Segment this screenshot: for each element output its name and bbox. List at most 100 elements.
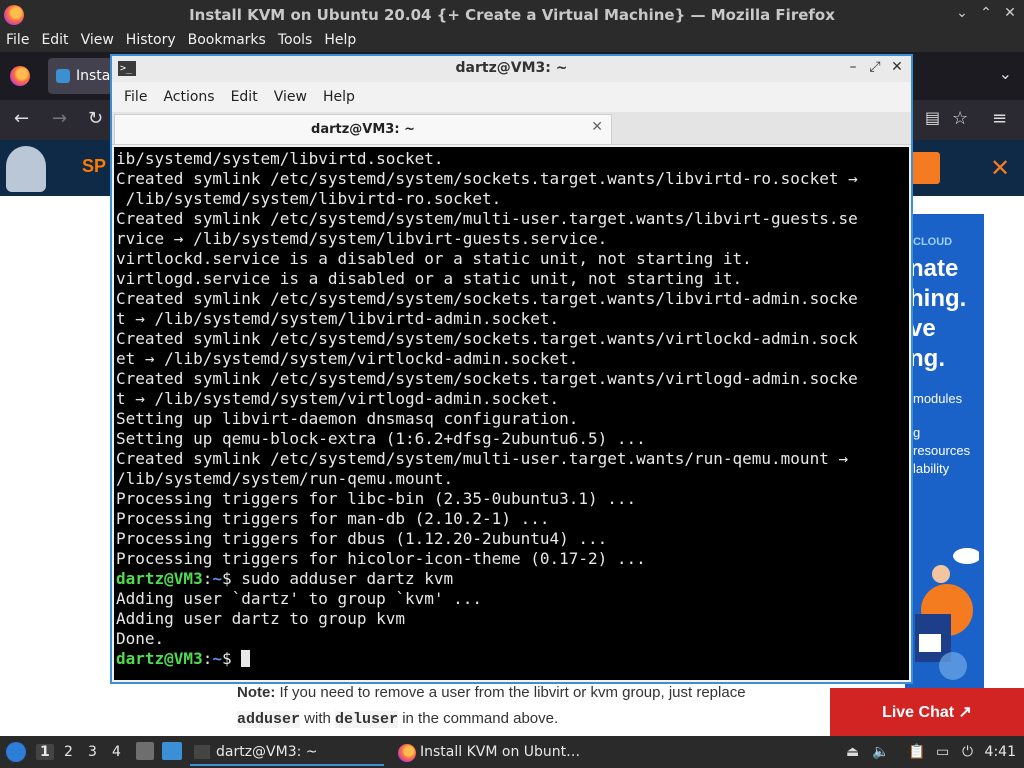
note-code-adduser: adduser xyxy=(237,711,301,728)
terminal-menu-actions[interactable]: Actions xyxy=(155,82,222,112)
menu-bookmarks[interactable]: Bookmarks xyxy=(182,30,272,52)
app-menu-icon[interactable]: ≡ xyxy=(992,108,1007,129)
network-icon[interactable]: ▭ xyxy=(936,744,949,760)
banner-logo-text: SP xyxy=(82,156,107,176)
terminal-window: >_ dartz@VM3: ~ – ⤢ ✕ File Actions Edit … xyxy=(110,54,913,684)
terminal-line: Setting up qemu-block-extra (1:6.2+dfsg-… xyxy=(116,429,646,448)
terminal-line: Processing triggers for libc-bin (2.35-0… xyxy=(116,489,637,508)
prompt-dollar: $ xyxy=(221,649,242,668)
maximize-button[interactable]: ⌃ xyxy=(978,5,994,21)
terminal-line: Created symlink /etc/systemd/system/mult… xyxy=(116,209,858,228)
terminal-prompt-line[interactable]: dartz@VM3:~$ xyxy=(116,649,909,669)
terminal-line: Adding user dartz to group kvm xyxy=(116,609,405,628)
terminal-line: t → /lib/systemd/system/libvirtd-admin.s… xyxy=(116,309,560,328)
terminal-line: Adding user `dartz' to group `kvm' ... xyxy=(116,589,483,608)
terminal-menubar: File Actions Edit View Help xyxy=(112,82,911,112)
terminal-line: virtlockd.service is a disabled or a sta… xyxy=(116,249,752,268)
ad-headline-line: ve xyxy=(909,315,936,342)
terminal-line: Created symlink /etc/systemd/system/sock… xyxy=(116,169,858,188)
menu-file[interactable]: File xyxy=(0,30,35,52)
minimize-button[interactable]: ⌄ xyxy=(954,5,970,21)
ad-illustration-icon xyxy=(915,548,979,680)
terminal-line: Created symlink /etc/systemd/system/sock… xyxy=(116,329,858,348)
back-arrow-icon[interactable]: ← xyxy=(14,108,29,129)
terminal-menu-help[interactable]: Help xyxy=(315,82,363,112)
ad-body-line: resources xyxy=(913,443,971,458)
note-label: Note: xyxy=(237,684,276,701)
prompt-separator: : xyxy=(202,649,213,668)
prompt-dollar: $ xyxy=(221,569,242,588)
reader-view-icon[interactable]: ▤ xyxy=(925,108,940,127)
terminal-line: /lib/systemd/system/run-qemu.mount. xyxy=(116,469,454,488)
live-chat-button[interactable]: Live Chat ↗ xyxy=(830,688,1024,736)
terminal-prompt-line: dartz@VM3:~$ sudo adduser dartz kvm xyxy=(116,569,909,589)
clipboard-icon[interactable]: 📋 xyxy=(908,744,925,760)
firefox-window-controls: ⌄ ⌃ ✕ xyxy=(954,5,1018,21)
list-all-tabs-chevron-icon[interactable]: ⌄ xyxy=(999,64,1012,83)
terminal-line: Setting up libvirt-daemon dnsmasq config… xyxy=(116,409,579,428)
terminal-output[interactable]: ib/systemd/system/libvirtd.socket. Creat… xyxy=(114,147,909,680)
terminal-line: virtlogd.service is a disabled or a stat… xyxy=(116,269,743,288)
terminal-line: Processing triggers for dbus (1.12.20-2u… xyxy=(116,529,608,548)
prompt-path: ~ xyxy=(212,649,222,668)
terminal-maximize-button[interactable]: ⤢ xyxy=(867,59,883,75)
terminal-titlebar[interactable]: >_ dartz@VM3: ~ – ⤢ ✕ xyxy=(112,56,911,82)
menu-help[interactable]: Help xyxy=(318,30,362,52)
ad-body-line: modules xyxy=(913,391,963,406)
close-button[interactable]: ✕ xyxy=(1002,5,1018,21)
menu-history[interactable]: History xyxy=(120,30,182,52)
ad-headline-line: ng. xyxy=(909,345,945,372)
terminal-line: et → /lib/systemd/system/virtlockd-admin… xyxy=(116,349,579,368)
bookmark-star-icon[interactable]: ☆ xyxy=(952,108,968,129)
terminal-task-icon xyxy=(194,745,210,759)
firefox-window-title: Install KVM on Ubuntu 20.04 {+ Create a … xyxy=(189,6,835,24)
ad-body-line: g xyxy=(913,425,921,440)
terminal-line: Created symlink /etc/systemd/system/sock… xyxy=(116,369,858,388)
terminal-menu-edit[interactable]: Edit xyxy=(223,82,266,112)
reload-icon[interactable]: ↻ xyxy=(88,108,103,129)
start-menu-icon[interactable] xyxy=(6,742,26,762)
taskbar-task-terminal[interactable]: dartz@VM3: ~ xyxy=(190,740,384,766)
ad-cloud-label: CLOUD xyxy=(913,236,953,248)
terminal-minimize-button[interactable]: – xyxy=(845,59,861,75)
forward-arrow-icon[interactable]: → xyxy=(52,108,67,129)
terminal-menu-view[interactable]: View xyxy=(266,82,315,112)
terminal-close-button[interactable]: ✕ xyxy=(889,59,905,75)
firefox-view-icon[interactable] xyxy=(10,66,30,86)
prompt-separator: : xyxy=(202,569,213,588)
workspace-3[interactable]: 3 xyxy=(88,744,97,760)
workspace-4[interactable]: 4 xyxy=(112,744,121,760)
terminal-cursor xyxy=(241,650,251,667)
taskbar-task-firefox[interactable]: Install KVM on Ubunt… xyxy=(394,740,594,766)
workspace-1[interactable]: 1 xyxy=(36,744,54,760)
terminal-line: Created symlink /etc/systemd/system/mult… xyxy=(116,449,849,468)
menu-tools[interactable]: Tools xyxy=(272,30,319,52)
terminal-line: Processing triggers for hicolor-icon-the… xyxy=(116,549,646,568)
file-manager-icon[interactable] xyxy=(136,742,154,760)
upload-tray-icon[interactable]: ⏏ xyxy=(846,744,859,760)
task-label: Install KVM on Ubunt… xyxy=(420,744,581,760)
volume-icon[interactable]: 🔈 xyxy=(872,744,889,760)
terminal-menu-file[interactable]: File xyxy=(116,82,155,112)
banner-close-icon[interactable]: ✕ xyxy=(990,154,1010,182)
ghost-mascot-icon xyxy=(6,146,46,192)
terminal-line: /lib/systemd/system/libvirtd-ro.socket. xyxy=(116,189,502,208)
ad-headline-line: nate xyxy=(909,255,959,282)
task-label: dartz@VM3: ~ xyxy=(216,744,318,760)
show-desktop-icon[interactable] xyxy=(162,742,182,760)
workspace-2[interactable]: 2 xyxy=(64,744,73,760)
sidebar-ad[interactable]: CLOUD nate hing. ve ng. modules g resour… xyxy=(905,214,984,690)
menu-view[interactable]: View xyxy=(75,30,120,52)
note-code-deluser: deluser xyxy=(335,711,399,728)
taskbar-panel: 1 2 3 4 dartz@VM3: ~ Install KVM on Ubun… xyxy=(0,736,1024,768)
note-text: with xyxy=(300,710,336,727)
article-note: Note: If you need to remove a user from … xyxy=(237,680,797,733)
prompt-path: ~ xyxy=(212,569,222,588)
menu-edit[interactable]: Edit xyxy=(35,30,74,52)
tab-label: Insta xyxy=(76,68,111,84)
power-icon[interactable]: ⏻ xyxy=(962,744,973,760)
terminal-window-title: dartz@VM3: ~ xyxy=(455,60,568,76)
terminal-command: sudo adduser dartz kvm xyxy=(241,569,454,588)
terminal-tab[interactable]: dartz@VM3: ~ ✕ xyxy=(114,114,612,144)
terminal-tab-close-icon[interactable]: ✕ xyxy=(591,119,603,135)
